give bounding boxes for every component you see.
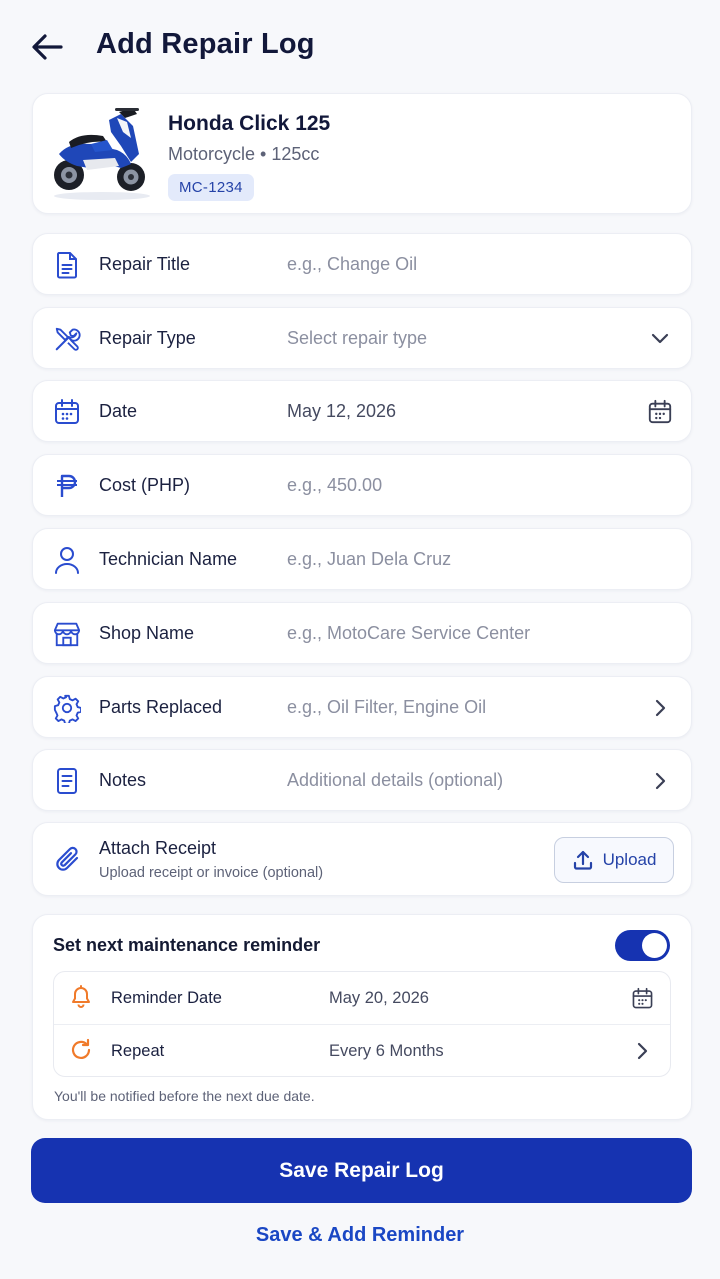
cost-label: Cost (PHP) xyxy=(99,475,191,495)
vehicle-subtitle: Motorcycle • 125cc xyxy=(168,144,320,164)
technician-field[interactable]: Technician Name e.g., Juan Dela Cruz xyxy=(32,528,692,590)
document-icon xyxy=(53,251,81,279)
reminder-date-row[interactable]: Reminder Date May 20, 2026 xyxy=(54,972,670,1024)
reminder-card: Set next maintenance reminder Reminder D… xyxy=(32,914,692,1120)
header: Add Repair Log xyxy=(0,0,720,92)
chevron-down-icon xyxy=(647,326,673,352)
refresh-icon xyxy=(69,1038,93,1062)
reminder-date-value: May 20, 2026 xyxy=(329,989,429,1007)
date-label: Date xyxy=(99,401,138,421)
reminder-date-label: Reminder Date xyxy=(111,989,222,1007)
repeat-row[interactable]: Repeat Every 6 Months xyxy=(54,1025,670,1077)
notes-icon xyxy=(53,767,81,795)
save-repair-log-button[interactable]: Save Repair Log xyxy=(31,1138,692,1203)
calendar-picker-icon[interactable] xyxy=(647,399,673,425)
technician-input[interactable]: e.g., Juan Dela Cruz xyxy=(287,549,451,570)
tools-icon xyxy=(53,325,81,353)
reminder-title: Set next maintenance reminder xyxy=(53,935,321,955)
shop-label: Shop Name xyxy=(99,623,195,643)
store-icon xyxy=(53,620,81,648)
technician-label: Technician Name xyxy=(99,549,238,569)
attach-receipt-card: Attach Receipt Upload receipt or invoice… xyxy=(32,822,692,896)
repair-title-field[interactable]: Repair Title e.g., Change Oil xyxy=(32,233,692,295)
save-and-add-reminder-link[interactable]: Save & Add Reminder xyxy=(0,1224,720,1247)
back-button[interactable] xyxy=(28,28,66,66)
motorcycle-image xyxy=(54,108,150,200)
reminder-hint: You'll be notified before the next due d… xyxy=(54,1088,315,1104)
page-title: Add Repair Log xyxy=(96,28,315,60)
upload-button[interactable]: Upload xyxy=(554,837,674,883)
notes-value[interactable]: Additional details (optional) xyxy=(287,770,503,791)
reminder-toggle[interactable] xyxy=(615,930,670,961)
date-field[interactable]: Date May 12, 2026 xyxy=(32,380,692,442)
vehicle-name: Honda Click 125 xyxy=(168,112,331,135)
attach-receipt-subtitle: Upload receipt or invoice (optional) xyxy=(99,865,324,881)
date-value[interactable]: May 12, 2026 xyxy=(287,401,396,422)
repeat-label: Repeat xyxy=(111,1042,165,1060)
cost-field[interactable]: Cost (PHP) e.g., 450.00 xyxy=(32,454,692,516)
parts-value[interactable]: e.g., Oil Filter, Engine Oil xyxy=(287,697,486,718)
parts-label: Parts Replaced xyxy=(99,697,223,717)
cost-input[interactable]: e.g., 450.00 xyxy=(287,475,382,496)
peso-icon xyxy=(53,472,81,500)
repeat-value: Every 6 Months xyxy=(329,1042,444,1060)
shop-input[interactable]: e.g., MotoCare Service Center xyxy=(287,623,530,644)
upload-icon xyxy=(573,850,592,870)
reminder-settings: Reminder Date May 20, 2026 Repeat Every … xyxy=(53,971,671,1077)
attach-receipt-title: Attach Receipt xyxy=(99,838,217,858)
vehicle-card[interactable]: Honda Click 125 Motorcycle • 125cc MC-12… xyxy=(32,93,692,214)
user-icon xyxy=(53,546,81,574)
paperclip-icon xyxy=(53,845,81,873)
chevron-right-icon xyxy=(647,768,673,794)
repair-title-input[interactable]: e.g., Change Oil xyxy=(287,254,417,275)
gear-icon xyxy=(53,694,81,723)
repair-type-label: Repair Type xyxy=(99,328,196,348)
repair-type-select[interactable]: Repair Type Select repair type xyxy=(32,307,692,369)
repair-title-label: Repair Title xyxy=(99,254,191,274)
shop-field[interactable]: Shop Name e.g., MotoCare Service Center xyxy=(32,602,692,664)
parts-replaced-field[interactable]: Parts Replaced e.g., Oil Filter, Engine … xyxy=(32,676,692,738)
bell-icon xyxy=(69,985,93,1009)
calendar-icon xyxy=(53,398,81,426)
chevron-right-icon xyxy=(630,1039,654,1063)
repair-type-value[interactable]: Select repair type xyxy=(287,328,427,349)
arrow-left-icon xyxy=(32,34,63,60)
chevron-right-icon xyxy=(647,695,673,721)
calendar-icon xyxy=(630,986,654,1010)
upload-label: Upload xyxy=(602,850,657,869)
notes-field[interactable]: Notes Additional details (optional) xyxy=(32,749,692,811)
notes-label: Notes xyxy=(99,770,147,790)
plate-badge: MC-1234 xyxy=(168,174,254,201)
toggle-knob xyxy=(642,933,667,958)
